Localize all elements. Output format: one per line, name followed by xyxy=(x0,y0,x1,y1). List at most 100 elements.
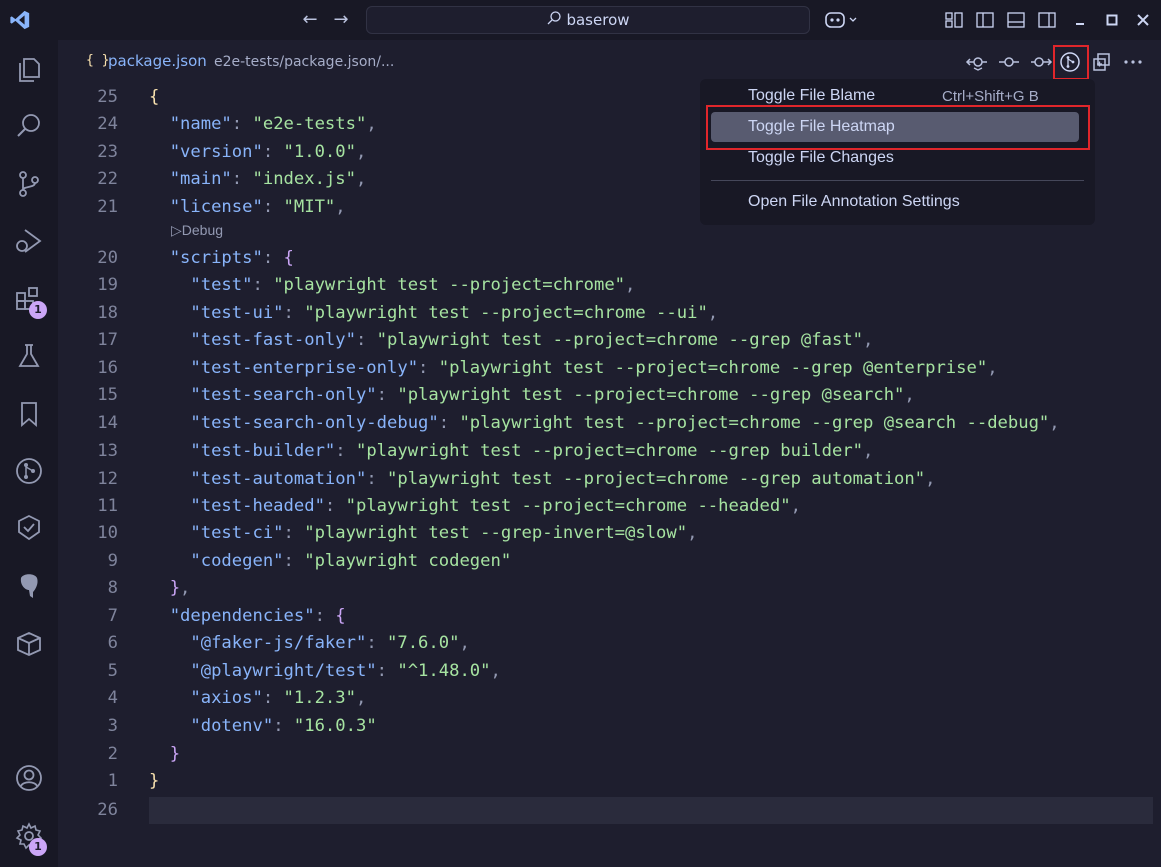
code-line[interactable]: 12 "test-automation": "playwright test -… xyxy=(58,466,1161,493)
code-token: { xyxy=(335,606,346,626)
back-arrow-icon[interactable]: ← xyxy=(298,8,322,32)
forward-arrow-icon[interactable]: → xyxy=(329,8,353,32)
code-token: "playwright test --project=chrome --grep… xyxy=(387,469,926,489)
line-number: 6 xyxy=(107,633,118,653)
toggle-secondary-sidebar-icon[interactable] xyxy=(1037,10,1057,30)
code-line[interactable]: 8 }, xyxy=(58,575,1161,602)
code-line[interactable]: 17 "test-fast-only": "playwright test --… xyxy=(58,327,1161,354)
code-line[interactable]: 15 "test-search-only": "playwright test … xyxy=(58,382,1161,409)
open-changes-icon[interactable] xyxy=(997,50,1021,74)
code-token: "playwright test --project=chrome --head… xyxy=(345,496,791,516)
code-token: "test-ui" xyxy=(149,303,284,323)
code-token: : xyxy=(438,413,460,433)
line-number: 20 xyxy=(97,248,118,268)
code-token: "version" xyxy=(149,142,263,162)
code-line[interactable]: 3 "dotenv": "16.0.3" xyxy=(58,713,1161,740)
code-line[interactable]: 18 "test-ui": "playwright test --project… xyxy=(58,300,1161,327)
customize-layout-icon[interactable] xyxy=(944,10,964,30)
close-icon[interactable] xyxy=(1131,8,1155,32)
code-line[interactable]: 19 "test": "playwright test --project=ch… xyxy=(58,272,1161,299)
code-token: , xyxy=(180,578,191,598)
code-token: "license" xyxy=(149,197,263,217)
code-line[interactable]: 9 "codegen": "playwright codegen" xyxy=(58,548,1161,575)
code-token: "playwright test --grep-invert=@slow" xyxy=(304,523,688,543)
code-token: : xyxy=(355,330,377,350)
code-token: : xyxy=(314,606,336,626)
line-number: 7 xyxy=(107,606,118,626)
code-line[interactable]: 16 "test-enterprise-only": "playwright t… xyxy=(58,355,1161,382)
code-token: } xyxy=(149,744,181,764)
code-token: "playwright test --project=chrome --grep… xyxy=(438,358,988,378)
code-token: "name" xyxy=(149,114,232,134)
run-debug-icon[interactable] xyxy=(13,225,45,257)
code-token: : xyxy=(283,523,305,543)
debug-codelens[interactable]: ▷Debug xyxy=(171,222,223,239)
menu-item-open-annotation-settings[interactable]: Open File Annotation Settings xyxy=(711,187,1079,217)
code-token: "codegen" xyxy=(149,551,284,571)
code-line[interactable]: 26 xyxy=(58,797,1161,824)
code-line[interactable]: 6 "@faker-js/faker": "7.6.0", xyxy=(58,630,1161,657)
code-token: , xyxy=(366,114,377,134)
menu-item-label: Open File Annotation Settings xyxy=(748,193,960,210)
line-code: "name": "e2e-tests", xyxy=(149,111,377,138)
code-token: , xyxy=(863,330,874,350)
code-token: "@faker-js/faker" xyxy=(149,633,367,653)
line-number: 25 xyxy=(97,87,118,107)
open-changes-next-icon[interactable] xyxy=(1029,50,1053,74)
code-line[interactable]: 7 "dependencies": { xyxy=(58,603,1161,630)
code-token: : xyxy=(273,716,294,736)
testing-icon[interactable] xyxy=(13,340,45,372)
compare-with-previous-icon[interactable] xyxy=(965,50,989,74)
code-token: : xyxy=(262,197,284,217)
code-line[interactable]: 5 "@playwright/test": "^1.48.0", xyxy=(58,658,1161,685)
code-line[interactable]: 14 "test-search-only-debug": "playwright… xyxy=(58,410,1161,437)
menu-separator xyxy=(711,180,1084,181)
code-line[interactable]: 1} xyxy=(58,768,1161,795)
source-control-icon[interactable] xyxy=(13,168,45,200)
containers-icon[interactable] xyxy=(13,628,45,660)
explorer-icon[interactable] xyxy=(13,53,45,85)
tab-filename[interactable]: package.json xyxy=(108,52,207,70)
minimize-icon[interactable] xyxy=(1068,8,1092,32)
accounts-icon[interactable] xyxy=(13,762,45,794)
line-code: "test-ui": "playwright test --project=ch… xyxy=(149,300,718,327)
code-token: "dependencies" xyxy=(149,606,315,626)
bookmarks-icon[interactable] xyxy=(13,398,45,430)
code-line[interactable]: 10 "test-ci": "playwright test --grep-in… xyxy=(58,520,1161,547)
code-token: "dotenv" xyxy=(149,716,274,736)
line-code: "axios": "1.2.3", xyxy=(149,685,366,712)
toggle-panel-icon[interactable] xyxy=(1006,10,1026,30)
code-token: "test-builder" xyxy=(149,441,336,461)
line-code: }, xyxy=(149,575,191,602)
code-line[interactable]: 4 "axios": "1.2.3", xyxy=(58,685,1161,712)
more-actions-icon[interactable] xyxy=(1121,50,1145,74)
line-number: 26 xyxy=(97,800,118,820)
code-token: : xyxy=(366,633,388,653)
code-token: : xyxy=(366,469,388,489)
command-center-search[interactable]: baserow xyxy=(366,6,810,34)
open-changes-working-icon[interactable] xyxy=(1090,50,1114,74)
code-token: "16.0.3" xyxy=(293,716,377,736)
code-line[interactable]: 13 "test-builder": "playwright test --pr… xyxy=(58,438,1161,465)
gitlens-inspect-icon[interactable] xyxy=(13,512,45,544)
search-text: baserow xyxy=(566,11,630,29)
gitlens-icon[interactable] xyxy=(13,455,45,487)
line-code: "test-enterprise-only": "playwright test… xyxy=(149,355,997,382)
code-token: , xyxy=(355,169,367,189)
json-file-icon: { } xyxy=(86,53,110,68)
line-code: "test-headed": "playwright test --projec… xyxy=(149,493,801,520)
line-number: 15 xyxy=(97,385,118,405)
code-line[interactable]: 11 "test-headed": "playwright test --pro… xyxy=(58,493,1161,520)
code-token: , xyxy=(355,142,367,162)
code-line[interactable]: 2 } xyxy=(58,741,1161,768)
code-token: , xyxy=(904,385,915,405)
toggle-primary-sidebar-icon[interactable] xyxy=(975,10,995,30)
search-icon[interactable] xyxy=(13,110,45,142)
copilot-icon[interactable] xyxy=(823,8,863,32)
manage-badge: 1 xyxy=(29,838,47,856)
maximize-icon[interactable] xyxy=(1100,8,1124,32)
line-number: 5 xyxy=(107,661,118,681)
postgres-icon[interactable] xyxy=(13,570,45,602)
code-line[interactable]: 20 "scripts": { xyxy=(58,245,1161,272)
line-number: 24 xyxy=(97,114,118,134)
